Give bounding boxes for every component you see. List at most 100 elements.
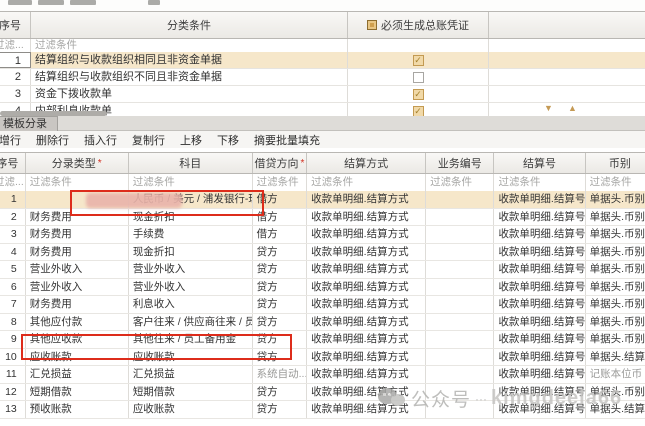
col-header-seq[interactable]: 序号: [0, 12, 31, 38]
cell-direction[interactable]: 系统自动...: [253, 366, 308, 383]
move-up-button[interactable]: 上移: [180, 132, 202, 148]
cell-account[interactable]: 现金折扣: [129, 244, 253, 261]
cell-condition[interactable]: 资金下拨收款单: [31, 86, 348, 102]
cell-currency[interactable]: 单据头.币别: [586, 226, 645, 243]
cell-biz-no[interactable]: [426, 261, 494, 278]
cell-account[interactable]: 手续费: [129, 226, 253, 243]
filter-seq[interactable]: 过滤...: [0, 174, 26, 191]
cell-entry-type[interactable]: 财务费用: [26, 244, 129, 261]
cell-settle-no[interactable]: 收款单明细.结算号: [494, 226, 585, 243]
cell-biz-no[interactable]: [426, 191, 494, 208]
cell-biz-no[interactable]: [426, 209, 494, 226]
col-header-seq[interactable]: 序号: [0, 153, 26, 173]
cell-seq[interactable]: 4: [0, 244, 26, 261]
filter-biz-no[interactable]: 过滤条件: [426, 174, 494, 191]
delete-row-button[interactable]: 删除行: [36, 132, 69, 148]
cell-entry-type[interactable]: 营业外收入: [26, 261, 129, 278]
cell-voucher-checkbox[interactable]: ✓: [348, 86, 489, 102]
cell-seq[interactable]: 1: [0, 191, 26, 208]
cell-seq[interactable]: 7: [0, 296, 26, 313]
cell-seq[interactable]: 3: [0, 226, 26, 243]
cell-biz-no[interactable]: [426, 331, 494, 348]
filter-settle-no[interactable]: 过滤条件: [494, 174, 585, 191]
checkbox[interactable]: ✓: [413, 55, 424, 66]
cell-currency[interactable]: 单据头.币别: [586, 279, 645, 296]
cell-seq[interactable]: 11: [0, 366, 26, 383]
cell-seq[interactable]: 5: [0, 261, 26, 278]
cell-currency[interactable]: 单据头.币别: [586, 261, 645, 278]
cell-settle-method[interactable]: 收款单明细.结算方式: [307, 279, 426, 296]
cell-settle-method[interactable]: 收款单明细.结算方式: [307, 349, 426, 366]
col-header-settle-no[interactable]: 结算号: [494, 153, 585, 173]
cell-voucher-checkbox[interactable]: ✓: [348, 52, 489, 68]
cell-account[interactable]: 营业外收入: [129, 279, 253, 296]
cell-condition[interactable]: 结算组织与收款组织不同且非资金单据: [31, 69, 348, 85]
cell-currency[interactable]: 单据头.结算币: [586, 349, 645, 366]
filter-account[interactable]: 过滤条件: [129, 174, 253, 191]
cell-settle-no[interactable]: 收款单明细.结算号: [494, 366, 585, 383]
cell-settle-no[interactable]: 收款单明细.结算号: [494, 191, 585, 208]
cell-entry-type[interactable]: 预收账款: [26, 401, 129, 418]
cell-account[interactable]: 营业外收入: [129, 261, 253, 278]
cell-currency[interactable]: 单据头.币别: [586, 296, 645, 313]
cell-seq[interactable]: 8: [0, 314, 26, 331]
cell-settle-no[interactable]: 收款单明细.结算号: [494, 331, 585, 348]
cell-settle-no[interactable]: 收款单明细.结算号: [494, 209, 585, 226]
cell-direction[interactable]: 贷方: [253, 314, 308, 331]
cell-voucher-checkbox[interactable]: [348, 69, 489, 85]
cell-settle-method[interactable]: 收款单明细.结算方式: [307, 314, 426, 331]
cell-direction[interactable]: 贷方: [253, 244, 308, 261]
cell-currency[interactable]: 单据头.币别: [586, 331, 645, 348]
cell-currency[interactable]: 单据头.币别: [586, 244, 645, 261]
cell-settle-method[interactable]: 收款单明细.结算方式: [307, 261, 426, 278]
col-header-must-generate-voucher[interactable]: 必须生成总账凭证: [348, 12, 489, 38]
cell-settle-method[interactable]: 收款单明细.结算方式: [307, 296, 426, 313]
col-header-account[interactable]: 科目: [129, 153, 253, 173]
cell-currency[interactable]: 单据头.币别: [586, 191, 645, 208]
filter-settle-method[interactable]: 过滤条件: [307, 174, 426, 191]
cell-settle-method[interactable]: 收款单明细.结算方式: [307, 331, 426, 348]
collapse-down-icon[interactable]: ▼: [544, 104, 553, 113]
cell-seq[interactable]: 2: [0, 69, 31, 85]
cell-settle-method[interactable]: 收款单明细.结算方式: [307, 226, 426, 243]
cell-entry-type[interactable]: 财务费用: [26, 226, 129, 243]
filter-direction[interactable]: 过滤条件: [253, 174, 308, 191]
cell-direction[interactable]: 贷方: [253, 384, 308, 401]
cell-entry-type[interactable]: 汇兑损益: [26, 366, 129, 383]
insert-row-button[interactable]: 插入行: [84, 132, 117, 148]
cell-condition[interactable]: 结算组织与收款组织相同且非资金单据: [31, 52, 348, 68]
cell-direction[interactable]: 借方: [253, 226, 308, 243]
cell-entry-type[interactable]: 其他应付款: [26, 314, 129, 331]
cell-direction[interactable]: 贷方: [253, 401, 308, 418]
move-down-button[interactable]: 下移: [217, 132, 239, 148]
cell-account[interactable]: 汇兑损益: [129, 366, 253, 383]
copy-row-button[interactable]: 复制行: [132, 132, 165, 148]
cell-settle-no[interactable]: 收款单明细.结算号: [494, 314, 585, 331]
col-header-entry-type[interactable]: 分录类型 *: [26, 153, 129, 173]
tab-template-entries[interactable]: 模板分录: [0, 116, 58, 131]
cell-entry-type[interactable]: 营业外收入: [26, 279, 129, 296]
filter-type[interactable]: 过滤条件: [26, 174, 129, 191]
cell-account[interactable]: 客户往来 / 供应商往来 / 员工...: [129, 314, 253, 331]
cell-seq[interactable]: 6: [0, 279, 26, 296]
cell-settle-no[interactable]: 收款单明细.结算号: [494, 244, 585, 261]
cell-biz-no[interactable]: [426, 279, 494, 296]
col-header-currency[interactable]: 币别: [586, 153, 645, 173]
col-header-direction[interactable]: 借贷方向 *: [253, 153, 308, 173]
cell-currency[interactable]: 单据头.币别: [586, 209, 645, 226]
filter-seq[interactable]: 过滤...: [0, 39, 31, 52]
cell-biz-no[interactable]: [426, 349, 494, 366]
cell-seq[interactable]: 12: [0, 384, 26, 401]
cell-settle-no[interactable]: 收款单明细.结算号: [494, 296, 585, 313]
cell-biz-no[interactable]: [426, 244, 494, 261]
cell-direction[interactable]: 贷方: [253, 296, 308, 313]
cell-currency[interactable]: 单据头.币别: [586, 314, 645, 331]
checkbox[interactable]: ✓: [413, 106, 424, 117]
cell-currency[interactable]: 记账本位币: [586, 366, 645, 383]
col-header-biz-no[interactable]: 业务编号: [426, 153, 494, 173]
cell-seq[interactable]: 1: [0, 52, 31, 68]
cell-settle-method[interactable]: 收款单明细.结算方式: [307, 366, 426, 383]
cell-settle-method[interactable]: 收款单明细.结算方式: [307, 209, 426, 226]
cell-entry-type[interactable]: 短期借款: [26, 384, 129, 401]
cell-seq[interactable]: 3: [0, 86, 31, 102]
